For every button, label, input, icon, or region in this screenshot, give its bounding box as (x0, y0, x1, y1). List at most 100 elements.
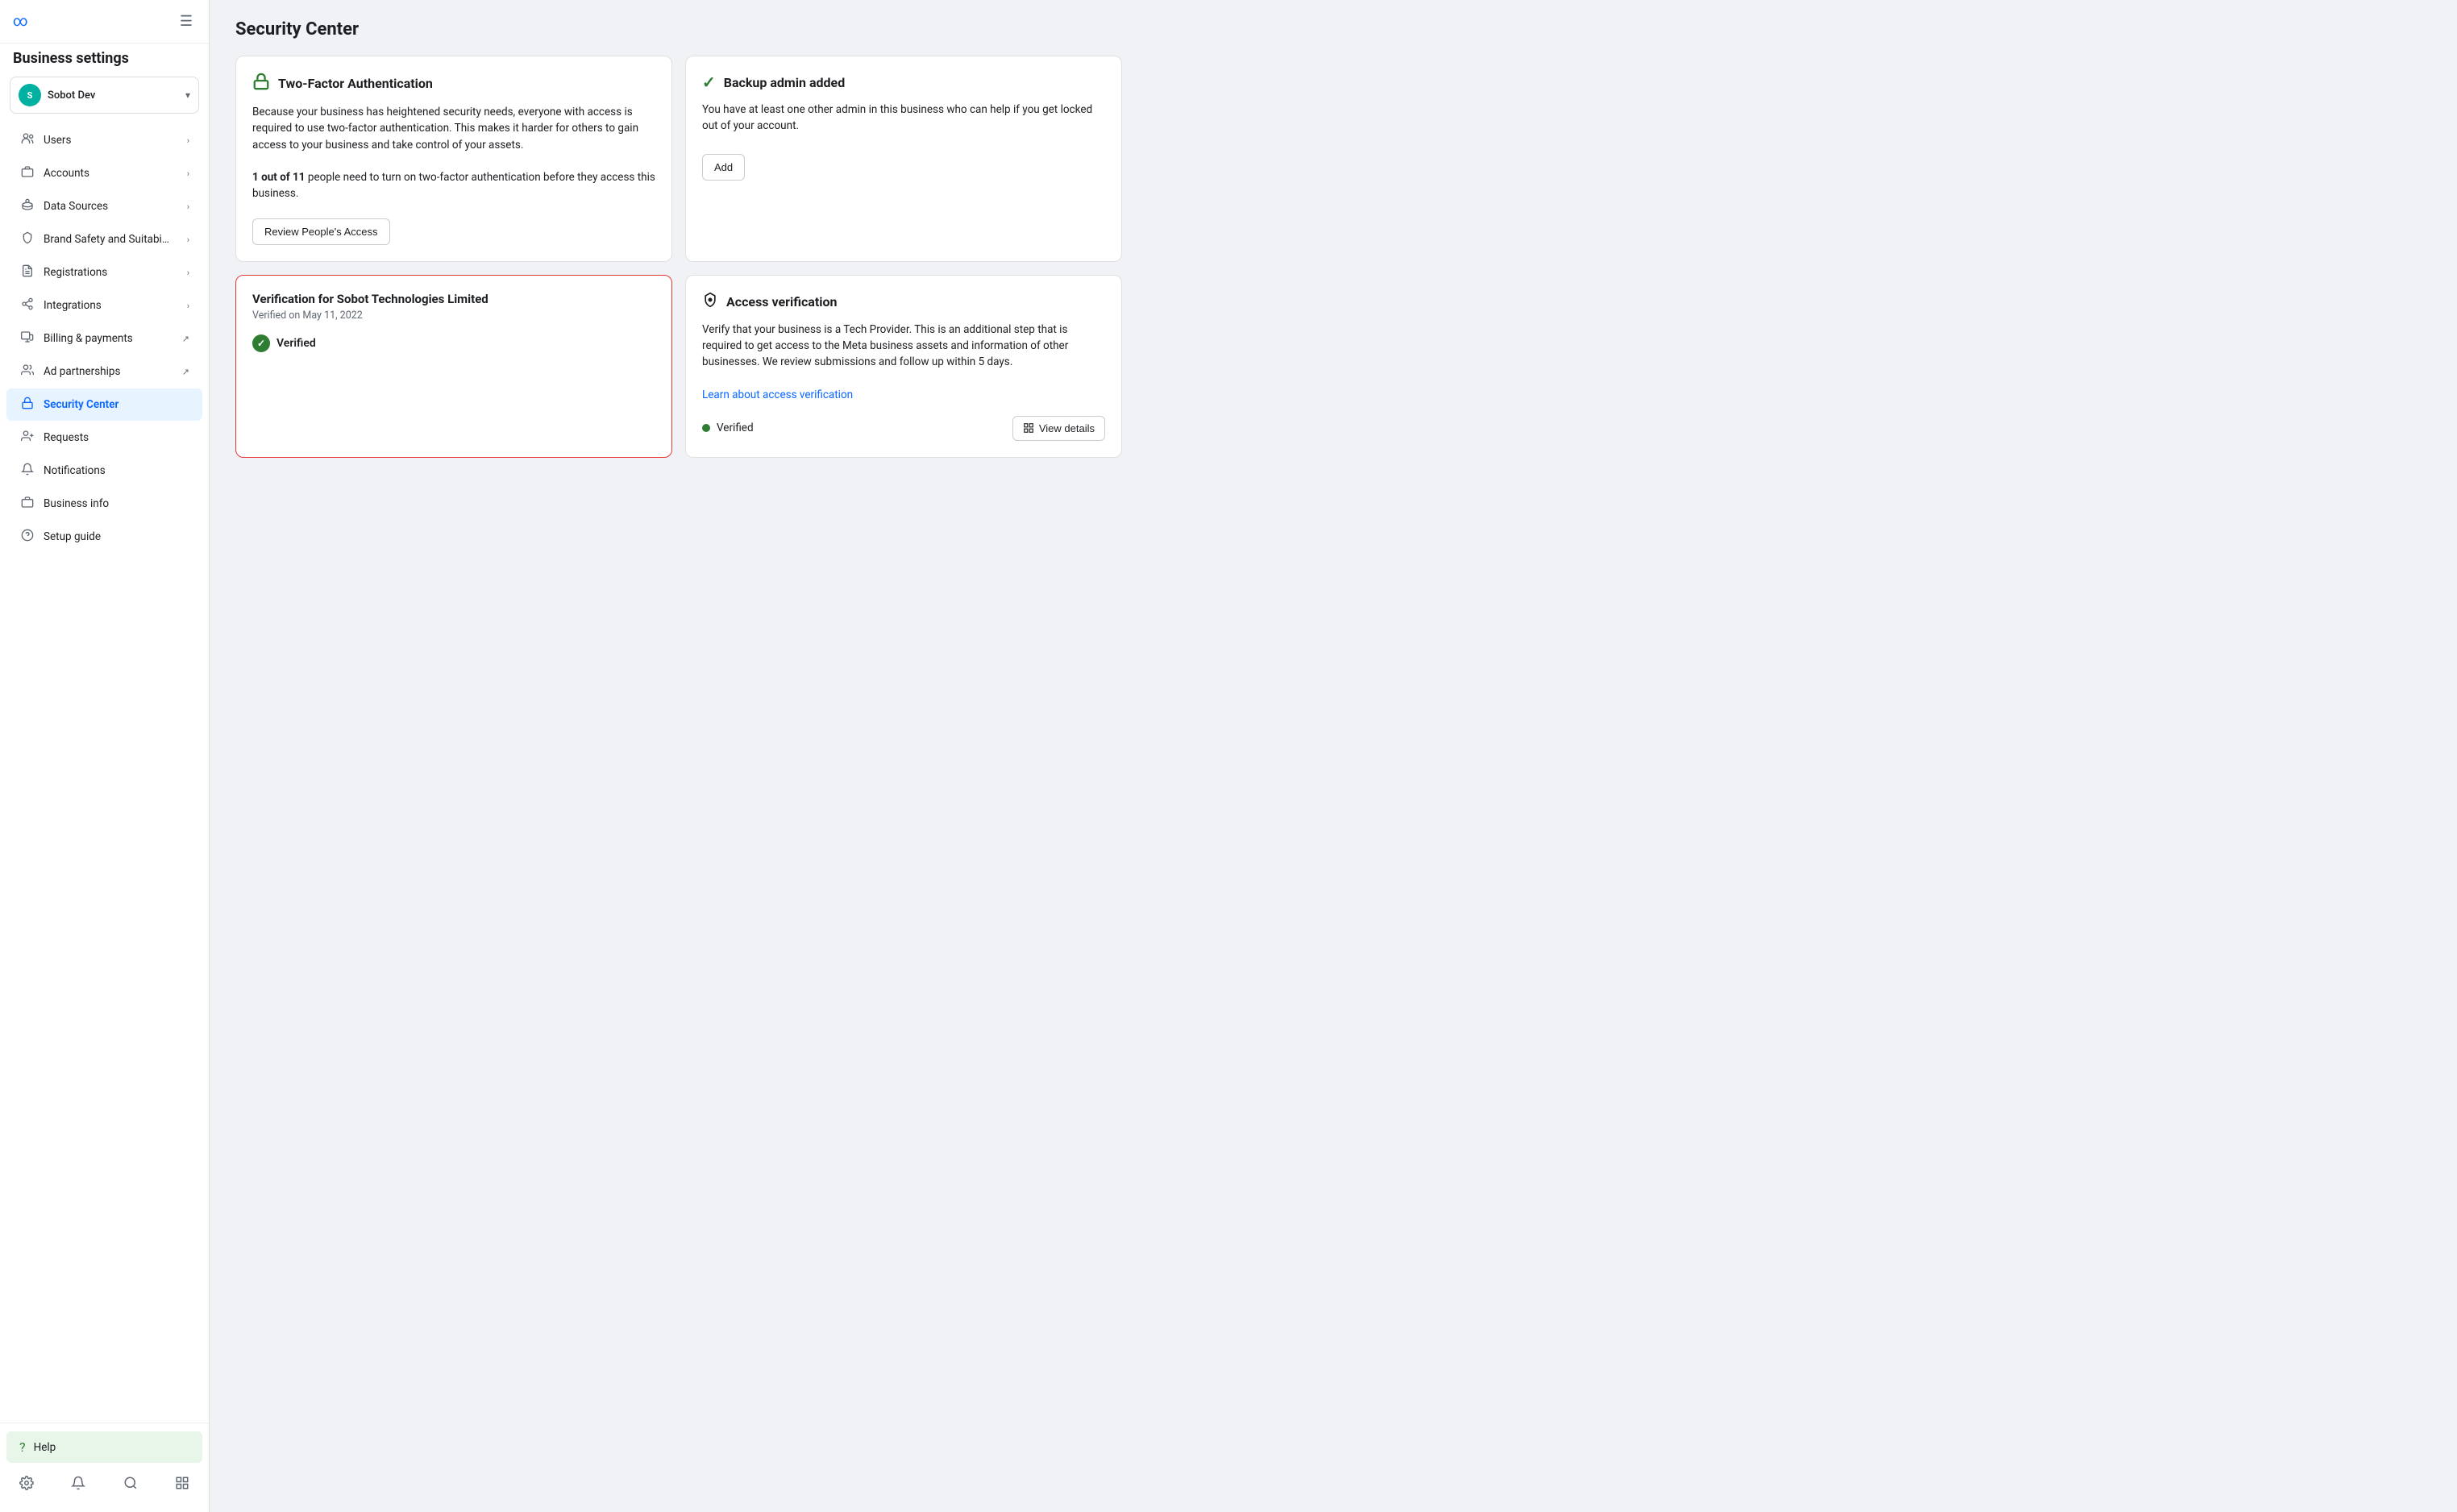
accounts-icon (19, 165, 35, 181)
sidebar-item-label: Ad partnerships (44, 365, 174, 378)
verification-card: Verification for Sobot Technologies Limi… (235, 275, 672, 458)
sidebar-item-label: Setup guide (44, 530, 189, 543)
chevron-icon: › (187, 201, 189, 212)
integrations-icon (19, 297, 35, 314)
sidebar-item-label: Requests (44, 431, 189, 444)
help-item[interactable]: ? Help (6, 1431, 202, 1463)
card-header: Two-Factor Authentication (252, 73, 655, 94)
billing-icon (19, 330, 35, 347)
account-name: Sobot Dev (48, 89, 179, 102)
chevron-icon: › (187, 135, 189, 146)
sidebar-item-requests[interactable]: Requests (6, 422, 202, 454)
page-title: Security Center (235, 19, 2431, 39)
backup-admin-title: Backup admin added (724, 75, 845, 90)
search-icon[interactable] (117, 1473, 144, 1497)
verification-title: Verification for Sobot Technologies Limi… (252, 292, 655, 306)
status-verified: Verified (702, 422, 754, 434)
sidebar-item-registrations[interactable]: Registrations › (6, 256, 202, 289)
access-verification-card: Access verification Verify that your bus… (685, 275, 1122, 458)
card-header: ✓ Backup admin added (702, 73, 1105, 92)
sidebar-title: Business settings (0, 44, 209, 70)
verification-date: Verified on May 11, 2022 (252, 309, 655, 322)
chevron-down-icon: ▾ (185, 89, 190, 101)
notifications-icon (19, 463, 35, 479)
bell-icon[interactable] (64, 1473, 92, 1497)
backup-admin-card: ✓ Backup admin added You have at least o… (685, 56, 1122, 262)
hamburger-button[interactable]: ☰ (177, 10, 196, 33)
chevron-icon: › (187, 235, 189, 245)
data-sources-icon (19, 198, 35, 214)
sidebar: ∞ ☰ Business settings S Sobot Dev ▾ User… (0, 0, 210, 1512)
shield-icon (702, 292, 718, 312)
ad-partnerships-icon (19, 363, 35, 380)
sidebar-item-accounts[interactable]: Accounts › (6, 157, 202, 189)
two-factor-count-rest: people need to turn on two-factor authen… (252, 171, 655, 200)
verified-label: Verified (276, 337, 316, 350)
external-link-icon: ↗ (182, 334, 189, 344)
two-factor-card: Two-Factor Authentication Because your b… (235, 56, 672, 262)
sidebar-item-billing[interactable]: Billing & payments ↗ (6, 322, 202, 355)
registrations-icon (19, 264, 35, 280)
card-header: Access verification (702, 292, 1105, 312)
sidebar-bottom: ? Help (0, 1423, 209, 1512)
sidebar-item-label: Brand Safety and Suitabi… (44, 233, 179, 246)
sidebar-item-data-sources[interactable]: Data Sources › (6, 190, 202, 222)
access-verification-title: Access verification (726, 294, 838, 309)
backup-admin-body: You have at least one other admin in thi… (702, 102, 1105, 135)
review-peoples-access-button[interactable]: Review People's Access (252, 218, 390, 245)
avatar: S (19, 84, 41, 106)
setup-guide-icon (19, 529, 35, 545)
learn-about-access-verification-link[interactable]: Learn about access verification (702, 388, 853, 401)
external-link-icon: ↗ (182, 367, 189, 377)
chevron-icon: › (187, 268, 189, 278)
chevron-icon: › (187, 301, 189, 311)
grid-icon[interactable] (168, 1473, 196, 1497)
settings-icon[interactable] (13, 1473, 40, 1497)
sidebar-footer-icons (0, 1464, 209, 1506)
sidebar-item-business-info[interactable]: Business info (6, 488, 202, 520)
sidebar-item-label: Security Center (44, 398, 189, 411)
sidebar-item-notifications[interactable]: Notifications (6, 455, 202, 487)
meta-logo: ∞ (13, 13, 28, 30)
meta-logo-icon: ∞ (13, 13, 28, 30)
sidebar-item-setup-guide[interactable]: Setup guide (6, 521, 202, 553)
two-factor-title: Two-Factor Authentication (278, 76, 433, 91)
sidebar-nav: Users › Accounts › Data Sources › Brand … (0, 120, 209, 1423)
sidebar-item-integrations[interactable]: Integrations › (6, 289, 202, 322)
sidebar-item-ad-partnerships[interactable]: Ad partnerships ↗ (6, 355, 202, 388)
chevron-icon: › (187, 168, 189, 179)
status-dot (702, 424, 710, 432)
sidebar-item-label: Data Sources (44, 200, 179, 213)
users-icon (19, 132, 35, 148)
sidebar-item-label: Notifications (44, 464, 189, 477)
lock-icon (252, 73, 270, 94)
access-status: Verified View details (702, 416, 1105, 441)
help-icon: ? (19, 1439, 26, 1455)
main-content: Security Center Two-Factor Authenticatio… (210, 0, 2457, 1512)
sidebar-item-label: Registrations (44, 266, 179, 279)
sidebar-header: ∞ ☰ (0, 0, 209, 44)
verified-checkmark-icon: ✓ (252, 334, 270, 352)
two-factor-count: 1 out of 11 (252, 171, 306, 184)
business-info-icon (19, 496, 35, 512)
checkmark-icon: ✓ (702, 73, 716, 92)
two-factor-body: Because your business has heightened sec… (252, 104, 655, 202)
sidebar-item-label: Integrations (44, 299, 179, 312)
security-center-icon (19, 397, 35, 413)
sidebar-item-label: Billing & payments (44, 332, 174, 345)
access-status-label: Verified (717, 422, 754, 434)
cards-grid: Two-Factor Authentication Because your b… (235, 56, 1122, 458)
view-details-label: View details (1039, 422, 1095, 434)
sidebar-item-label: Users (44, 134, 179, 147)
account-selector[interactable]: S Sobot Dev ▾ (10, 77, 199, 114)
sidebar-item-security-center[interactable]: Security Center (6, 388, 202, 421)
requests-icon (19, 430, 35, 446)
view-details-button[interactable]: View details (1012, 416, 1105, 441)
access-verification-body: Verify that your business is a Tech Prov… (702, 322, 1105, 403)
sidebar-item-label: Accounts (44, 167, 179, 180)
sidebar-item-label: Business info (44, 497, 189, 510)
add-button[interactable]: Add (702, 154, 745, 181)
sidebar-item-brand-safety[interactable]: Brand Safety and Suitabi… › (6, 223, 202, 255)
help-label: Help (34, 1441, 56, 1454)
sidebar-item-users[interactable]: Users › (6, 124, 202, 156)
